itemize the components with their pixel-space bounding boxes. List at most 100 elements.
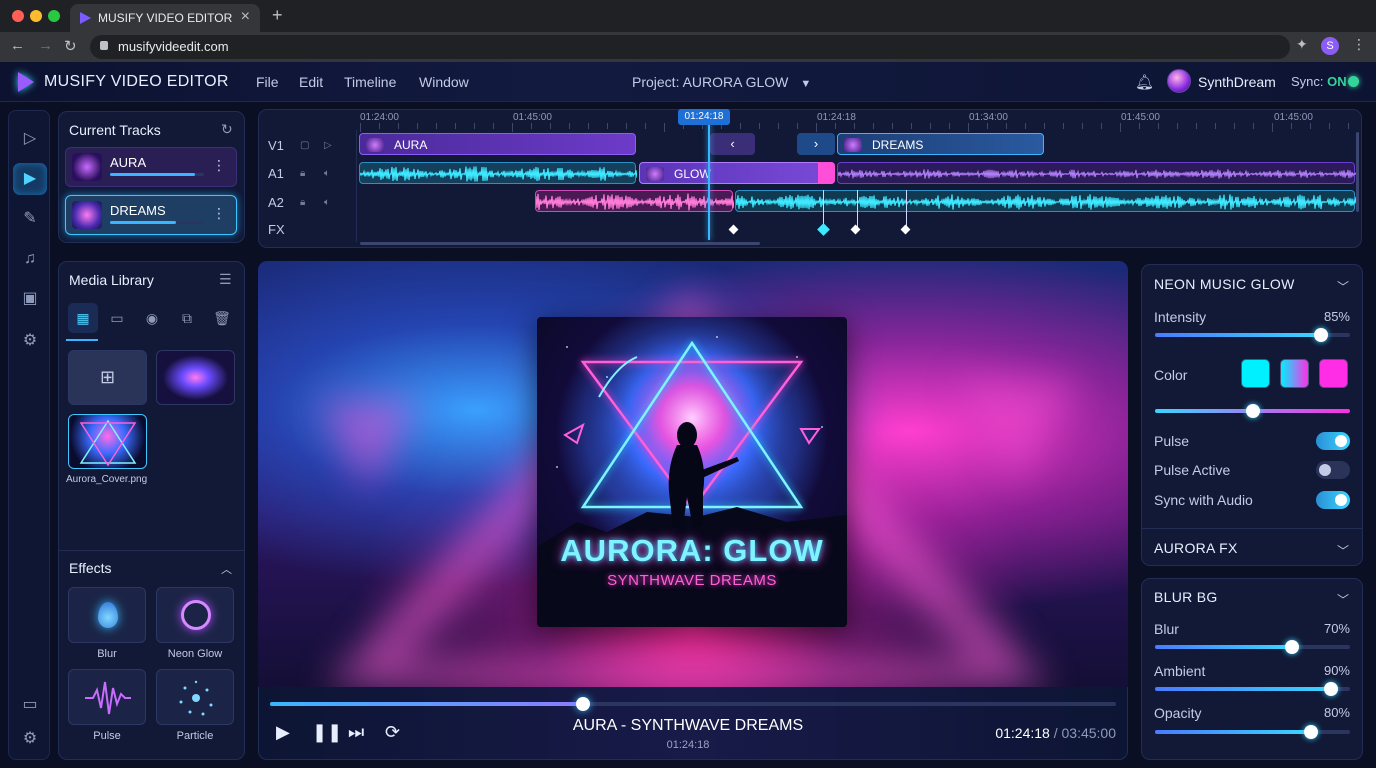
collapse-icon[interactable]: ︿ (221, 561, 232, 577)
user-avatar[interactable] (1167, 69, 1191, 93)
reload-icon[interactable]: ↻ (64, 37, 77, 55)
timeline-scrollbar[interactable] (360, 242, 760, 245)
settings-icon[interactable]: ⚙ (9, 723, 51, 755)
back-icon[interactable]: ← (10, 37, 25, 54)
neon-glow-title[interactable]: NEON MUSIC GLOW (1154, 276, 1295, 292)
maximize-window-dot[interactable] (48, 10, 60, 22)
chevron-down-icon[interactable]: ﹀ (1337, 542, 1349, 559)
ruler-tick (398, 123, 399, 129)
ruler-tick (949, 123, 950, 129)
pause-button[interactable]: ❚❚ (312, 722, 342, 743)
ruler-tick (1234, 123, 1235, 129)
url-field[interactable]: musifyvideedit.com (90, 35, 1290, 59)
aurora-fx-title[interactable]: AURORA FX (1154, 540, 1238, 556)
intensity-slider[interactable] (1155, 328, 1350, 342)
blur-bg-title[interactable]: BLUR BG (1154, 589, 1218, 605)
list-view-icon[interactable]: ☰ (219, 271, 232, 288)
loop-button[interactable]: ⟳ (385, 722, 400, 743)
timeline-playhead[interactable] (708, 120, 710, 240)
clip-trim-handle[interactable] (818, 162, 835, 184)
skip-forward-button[interactable]: ⏭︎ (348, 722, 364, 743)
play-icon[interactable]: ▷ (324, 140, 332, 151)
track-item-aura[interactable]: AURA ⋮ (65, 147, 237, 187)
refresh-icon[interactable]: ↻ (221, 121, 233, 138)
slider-knob[interactable] (1245, 404, 1260, 418)
color-swatch-cyan[interactable] (1241, 359, 1270, 388)
timeline-vertical-scrollbar[interactable] (1356, 132, 1359, 212)
preview-window-icon[interactable]: ▭ (9, 689, 51, 721)
play-mode-icon[interactable]: ▷ (9, 123, 51, 155)
volume-icon[interactable]: 🔈︎ (324, 197, 330, 208)
clip-dreams[interactable]: DREAMS (837, 133, 1044, 155)
blur-slider[interactable] (1155, 640, 1350, 654)
color-blend-slider[interactable] (1155, 404, 1350, 418)
media-thumbnail-aurora-wave[interactable] (156, 350, 235, 405)
menu-timeline[interactable]: Timeline (344, 74, 396, 90)
clip-aura[interactable]: AURA (359, 133, 636, 155)
chevron-down-icon[interactable]: ﹀ (1337, 591, 1349, 608)
trash-icon[interactable]: 🗑︎ (207, 303, 237, 333)
color-swatch-magenta[interactable] (1319, 359, 1348, 388)
folder-icon[interactable]: ▭ (102, 303, 132, 333)
slider-knob[interactable] (1284, 640, 1299, 654)
import-icon[interactable]: ⧉ (172, 303, 202, 333)
new-tab-icon[interactable]: + (272, 5, 283, 26)
notification-bell-icon[interactable]: 🔔︎ (1135, 73, 1154, 91)
ambient-slider[interactable] (1155, 682, 1350, 696)
brush-icon[interactable]: ✎ (9, 203, 51, 235)
browser-tab[interactable]: MUSIFY VIDEO EDITOR × (70, 4, 260, 32)
sync-audio-toggle[interactable] (1316, 491, 1350, 509)
gear-icon[interactable]: ⚙ (9, 325, 51, 357)
slider-knob[interactable] (1304, 725, 1318, 739)
keyframe-line (857, 190, 858, 228)
media-thumbnail-aurora-cover[interactable] (68, 414, 147, 469)
ruler-tick (1253, 123, 1254, 129)
menu-edit[interactable]: Edit (299, 74, 323, 90)
browser-profile-avatar[interactable]: S (1321, 37, 1339, 55)
browser-menu-icon[interactable]: ⋮ (1352, 36, 1366, 53)
menu-window[interactable]: Window (419, 74, 469, 90)
image-icon[interactable]: ▣ (9, 283, 51, 315)
transition-prev-button[interactable]: ‹ (710, 133, 755, 155)
more-options-icon[interactable]: ⋮ (212, 205, 226, 222)
lock-icon[interactable]: 🔒︎ (300, 197, 305, 208)
opacity-slider[interactable] (1155, 725, 1350, 739)
music-icon[interactable]: ♫ (9, 243, 51, 275)
visibility-icon[interactable]: ▢ (300, 140, 309, 151)
track-item-dreams[interactable]: DREAMS ⋮ (65, 195, 237, 235)
chevron-down-icon[interactable]: ﹀ (1337, 278, 1349, 295)
play-button[interactable]: ▶ (276, 722, 290, 743)
audio-clip-a2-right[interactable] (735, 190, 1358, 212)
scrubber-knob[interactable] (576, 697, 591, 711)
effect-pulse[interactable] (68, 669, 146, 725)
extensions-icon[interactable]: ✦ (1296, 36, 1308, 53)
audio-clip-a1-right[interactable] (837, 162, 1358, 184)
add-folder-tile[interactable]: ⊞ (68, 350, 147, 405)
clip-glow[interactable]: GLOW (639, 162, 835, 184)
grid-view-icon[interactable]: ▦ (68, 303, 98, 333)
effect-particle[interactable] (156, 669, 234, 725)
menu-file[interactable]: File (256, 74, 279, 90)
effect-blur[interactable] (68, 587, 146, 643)
more-options-icon[interactable]: ⋮ (212, 157, 226, 174)
forward-icon[interactable]: → (38, 37, 53, 54)
pulse-toggle[interactable] (1316, 432, 1350, 450)
video-mode-icon[interactable]: ▶ (13, 163, 47, 195)
slider-knob[interactable] (1313, 328, 1328, 342)
color-swatch-gradient[interactable] (1280, 359, 1309, 388)
pulse-active-toggle[interactable] (1316, 461, 1350, 479)
transition-next-button[interactable]: › (797, 133, 835, 155)
minimize-window-dot[interactable] (30, 10, 42, 22)
audio-clip-a2-left[interactable] (535, 190, 736, 212)
project-selector[interactable]: Project: AURORA GLOW ▼ (632, 74, 811, 90)
lock-icon[interactable]: 🔒︎ (300, 168, 305, 179)
camera-icon[interactable]: ◉ (137, 303, 167, 333)
volume-icon[interactable]: 🔈︎ (324, 168, 330, 179)
effect-neon-glow[interactable] (156, 587, 234, 643)
user-name[interactable]: SynthDream (1198, 74, 1276, 90)
ruler-tick (569, 123, 570, 129)
close-tab-icon[interactable]: × (241, 8, 250, 26)
close-window-dot[interactable] (12, 10, 24, 22)
audio-clip-a1-left[interactable] (359, 162, 638, 184)
slider-knob[interactable] (1323, 682, 1338, 696)
